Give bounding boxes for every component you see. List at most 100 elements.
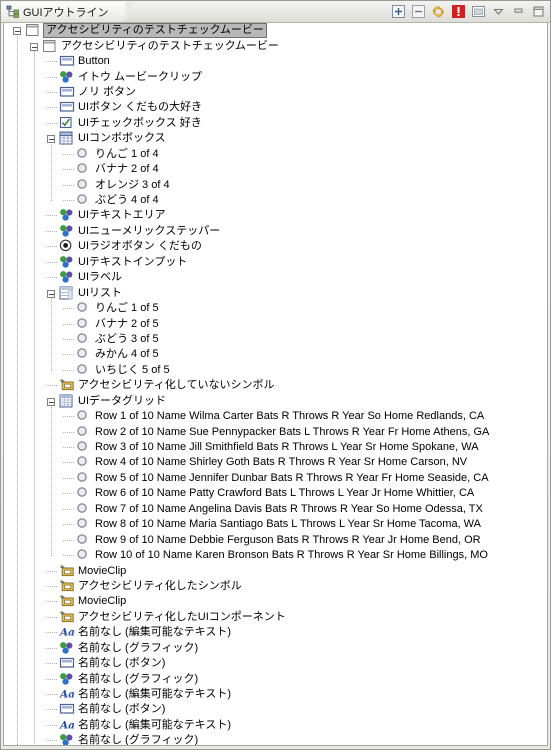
graphic-dots-icon [59,70,75,85]
minimize-button[interactable] [510,4,526,20]
bullet-circle-icon [76,147,92,162]
tree-row[interactable]: アクセシビリティ化したUIコンポーネント [4,610,547,625]
tree-row[interactable]: 名前なし (グラフィック) [4,641,547,656]
tree-row-label: アクセシビリティ化したシンボル [78,579,242,592]
tree-row[interactable]: MovieClip [4,563,547,578]
tree-row[interactable]: Row 9 of 10 Name Debbie Ferguson Bats R … [4,532,547,547]
graphic-dots-icon [59,255,75,270]
restore-button[interactable] [470,4,486,20]
expand-all-button[interactable] [390,4,406,20]
tree-row[interactable]: Row 7 of 10 Name Angelina Davis Bats R T… [4,502,547,517]
errors-button[interactable] [450,4,466,20]
bullet-circle-icon [76,301,92,316]
tree-row[interactable]: ぶどう 4 of 4 [4,193,547,208]
tree-row[interactable]: Aa 名前なし (編集可能なテキスト) [4,625,547,640]
tree-connector-dash [46,740,57,742]
view-menu-button[interactable] [490,4,506,20]
tree-row[interactable]: UIリスト [4,285,547,300]
tree-connector-dash [46,246,57,248]
tree-row[interactable]: Row 4 of 10 Name Shirley Goth Bats R Thr… [4,455,547,470]
tree-row[interactable]: UIチェックボックス 好き [4,116,547,131]
tree-connector-dash [46,76,57,78]
tree-row-label: 名前なし (グラフィック) [78,641,199,654]
tree-row[interactable]: いちじく 5 of 5 [4,363,547,378]
collapse-all-button[interactable] [410,4,426,20]
tree-row[interactable]: Row 2 of 10 Name Sue Pennypacker Bats L … [4,424,547,439]
tree-row[interactable]: MovieClip [4,594,547,609]
tree-row[interactable]: Row 1 of 10 Name Wilma Carter Bats R Thr… [4,409,547,424]
tree-row[interactable]: Row 8 of 10 Name Maria Santiago Bats L T… [4,517,547,532]
tree-row[interactable]: アクセシビリティのテストチェックムービー [4,38,547,53]
tree-row[interactable]: アクセシビリティ化したシンボル [4,579,547,594]
tree-row[interactable]: Row 10 of 10 Name Karen Bronson Bats R T… [4,548,547,563]
tree-row[interactable]: UIニューメリックステッパー [4,224,547,239]
tree-row[interactable]: バナナ 2 of 4 [4,162,547,177]
collapse-toggle-icon[interactable] [27,39,42,54]
gui-outline-tree[interactable]: アクセシビリティのテストチェックムービー アクセシビリティのテストチェックムービー… [3,23,548,746]
tree-row-label: Row 8 of 10 Name Maria Santiago Bats L T… [95,518,481,531]
tab-gui-outline[interactable]: GUIアウトライン [1,1,134,22]
tree-row-label: UIチェックボックス 好き [78,116,202,129]
collapse-toggle-icon[interactable] [44,131,59,146]
tree-row[interactable]: バナナ 2 of 5 [4,316,547,331]
tree-row[interactable]: UIテキストインプット [4,255,547,270]
tree-row-label: ノリ ボタン [78,85,137,98]
tree-row[interactable]: UIボタン くだもの大好き [4,100,547,115]
tree-row[interactable]: Row 5 of 10 Name Jennifer Dunbar Bats R … [4,471,547,486]
tree-row[interactable]: 名前なし (ボタン) [4,702,547,717]
button-icon [59,100,75,115]
tree-row[interactable]: Row 3 of 10 Name Jill Smithfield Bats R … [4,440,547,455]
tree-connector [44,255,59,270]
tree-connector [44,116,59,131]
tree-row-label: UIコンボボックス [78,132,166,145]
tree-row[interactable]: ぶどう 3 of 5 [4,332,547,347]
maximize-button[interactable] [530,4,546,20]
tree-row[interactable]: りんご 1 of 4 [4,147,547,162]
tree-row[interactable]: Row 6 of 10 Name Patty Crawford Bats L T… [4,486,547,501]
tree-row[interactable]: アクセシビリティのテストチェックムービー [4,23,547,39]
tree-row[interactable]: UIラベル [4,270,547,285]
tree-row[interactable]: ノリ ボタン [4,85,547,100]
tree-row-label: 名前なし (編集可能なテキスト) [78,688,232,701]
tree-row-label: ぶどう 4 of 4 [95,194,159,207]
tree-connector-dash [46,107,57,109]
tree-row[interactable]: UIコンボボックス [4,131,547,146]
tree-row[interactable]: Aa 名前なし (編集可能なテキスト) [4,718,547,733]
tree-row-label: UIデータグリッド [78,394,166,407]
tree-connector [44,718,59,733]
tree-row[interactable]: UIテキストエリア [4,208,547,223]
tree-row[interactable]: りんご 1 of 5 [4,301,547,316]
tree-row[interactable]: UIデータグリッド [4,394,547,409]
graphic-dots-icon [59,641,75,656]
tree-row[interactable]: 名前なし (ボタン) [4,656,547,671]
tree-row[interactable]: UIラジオボタン くだもの [4,239,547,254]
tree-row[interactable]: アクセシビリティ化していないシンボル [4,378,547,393]
tree-row[interactable]: みかん 4 of 5 [4,347,547,362]
tree-row[interactable]: Aa 名前なし (編集可能なテキスト) [4,687,547,702]
tree-connector [61,178,76,193]
collapse-toggle-icon[interactable] [44,394,59,409]
tree-row-label: アクセシビリティ化したUIコンポーネント [78,610,286,623]
bullet-circle-icon [76,517,92,532]
tree-connector-dash [46,570,57,572]
tree-row[interactable]: 名前なし (グラフィック) [4,733,547,745]
collapse-toggle-icon[interactable] [10,23,25,38]
button-icon [59,702,75,717]
bullet-circle-icon [76,548,92,563]
bullet-circle-icon [76,162,92,177]
tree-connector [44,270,59,285]
tree-row[interactable]: イトウ ムービークリップ [4,69,547,84]
tree-row[interactable]: オレンジ 3 of 4 [4,177,547,192]
refresh-button[interactable] [430,4,446,20]
checkbox-checked-icon [59,116,75,131]
tree-row[interactable]: Button [4,54,547,69]
collapse-toggle-icon[interactable] [44,286,59,301]
tree-row[interactable]: 名前なし (グラフィック) [4,671,547,686]
